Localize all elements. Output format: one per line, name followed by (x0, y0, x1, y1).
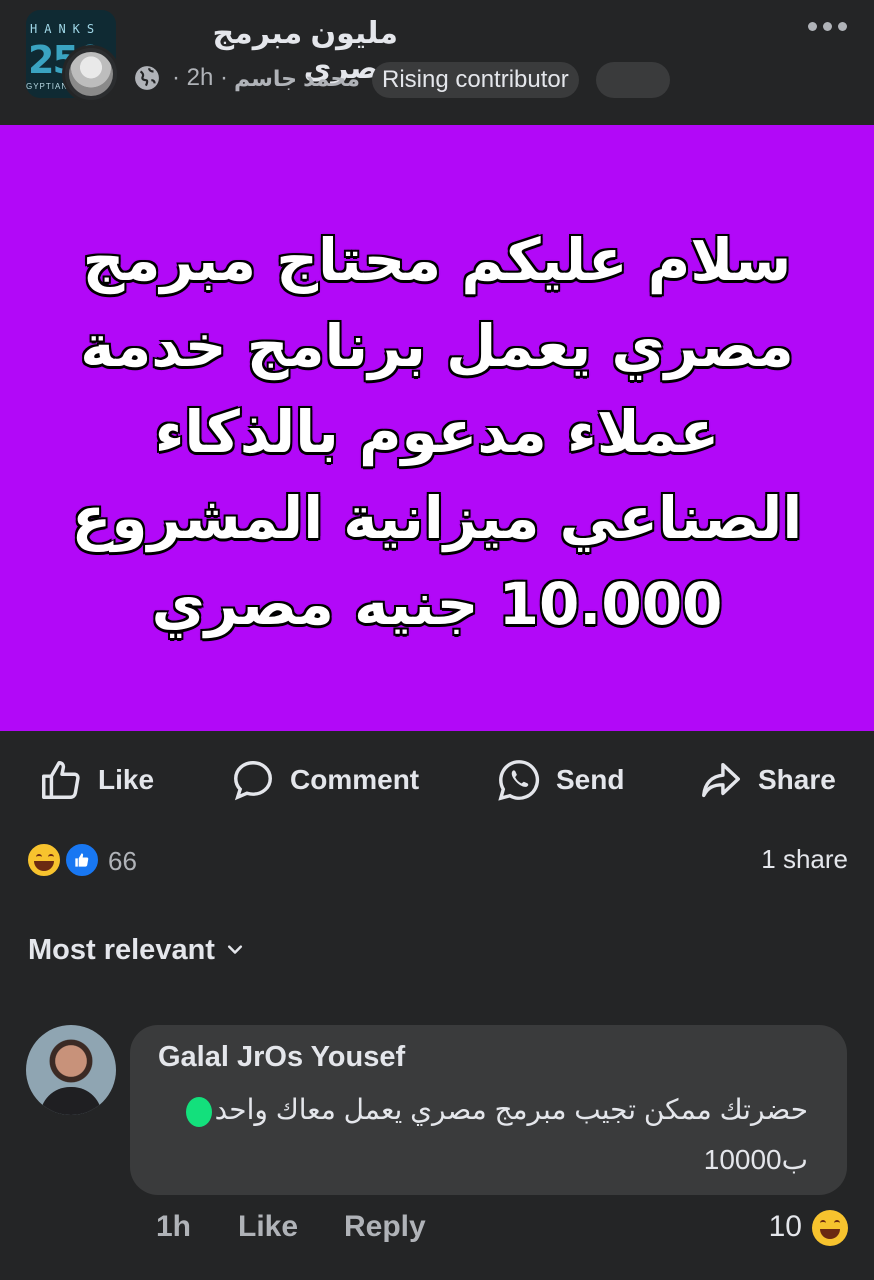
redacted-badge (596, 62, 670, 98)
post-image[interactable]: سلام عليكم محتاج مبرمج مصري يعمل برنامج … (0, 125, 874, 731)
more-options-icon[interactable] (808, 18, 854, 34)
comment-sort-selector[interactable]: Most relevant (28, 930, 245, 970)
comment-label: Comment (290, 764, 420, 795)
send-label: Send (556, 764, 625, 795)
comment-time: 1h (156, 1210, 192, 1243)
post-actions: Like Comment Send Share (0, 731, 874, 829)
comment-bubble[interactable]: Galal JrOs Yousef حضرتك ممكن تجيب مبرمج … (130, 1025, 847, 1195)
chevron-down-icon (227, 945, 243, 954)
author-avatar[interactable] (62, 45, 120, 103)
author-avatar-image (69, 52, 113, 96)
commenter-avatar[interactable] (26, 1025, 116, 1115)
contributor-badge: Rising contributor (372, 62, 579, 98)
like-reaction-icon (64, 842, 100, 878)
like-button[interactable]: Like (38, 755, 154, 805)
comment-reply-button[interactable]: Reply (344, 1210, 426, 1244)
post-time: · 2h · (172, 64, 229, 91)
group-avatar-text: HANKS (30, 22, 102, 36)
comment-text: حضرتك ممكن تجيب مبرمج مصري يعمل معاك واح… (214, 1094, 808, 1175)
post-author[interactable]: محمد جاسم (222, 66, 372, 92)
comment-actions: 1h Like Reply 10 (156, 1206, 850, 1254)
like-label: Like (98, 764, 155, 795)
send-button[interactable]: Send (496, 755, 624, 805)
reactions-count: 66 (108, 846, 137, 876)
share-arrow-icon (702, 762, 740, 798)
thumbs-up-icon (42, 761, 80, 799)
sort-label: Most relevant (28, 933, 215, 966)
commenter-name[interactable]: Galal JrOs Yousef (158, 1041, 405, 1074)
post-image-text: سلام عليكم محتاج مبرمج مصري يعمل برنامج … (71, 226, 803, 638)
comment-like-button[interactable]: Like (238, 1210, 298, 1244)
haha-emoji-icon (26, 842, 62, 878)
redacted-mark (186, 1097, 212, 1127)
group-avatar-subtext: GYPTIAN (26, 82, 69, 91)
post-header: HANKS 250 GYPTIAN مليون مبرمج مصري · 2h … (0, 0, 874, 125)
whatsapp-icon (498, 760, 540, 801)
comment-reactions-count[interactable]: 10 (769, 1210, 802, 1244)
comment-icon (234, 761, 272, 801)
comment-button[interactable]: Comment (230, 755, 419, 805)
shares-count[interactable]: 1 share (761, 844, 848, 875)
globe-icon (135, 66, 159, 90)
haha-emoji-icon (812, 1210, 848, 1246)
share-label: Share (758, 764, 836, 795)
share-button[interactable]: Share (698, 755, 836, 805)
